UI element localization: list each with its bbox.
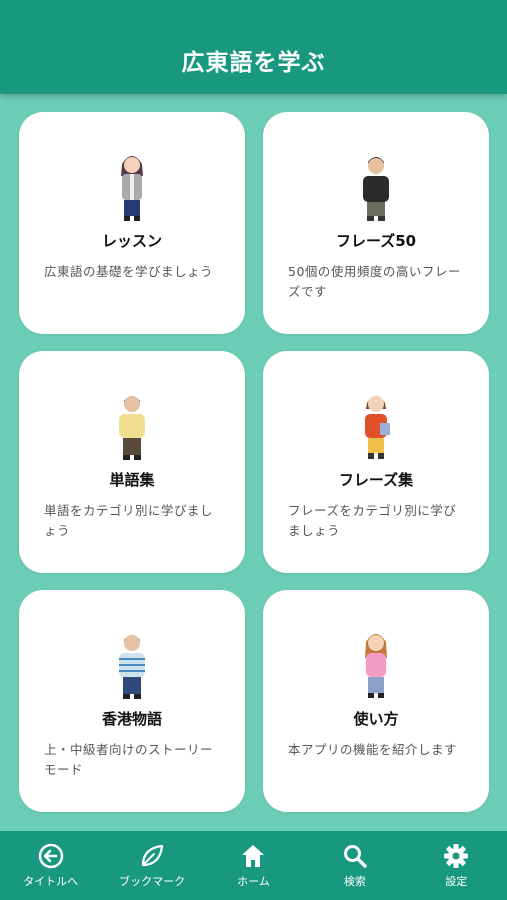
gear-icon bbox=[444, 844, 469, 868]
nav-settings[interactable]: 設定 bbox=[406, 842, 506, 889]
leaf-icon bbox=[141, 844, 164, 867]
card-description: 単語をカテゴリ別に学びましょう bbox=[44, 503, 214, 538]
card-title: フレーズ集 bbox=[338, 471, 414, 489]
nav-search[interactable]: 検索 bbox=[305, 842, 405, 889]
home-icon bbox=[242, 845, 265, 867]
woman-red-top-avatar bbox=[365, 396, 390, 459]
card-lesson[interactable]: レッスン 広東語の基礎を学びましょう bbox=[19, 112, 245, 334]
nav-label: 設定 bbox=[445, 875, 468, 888]
card-hk-story[interactable]: 香港物語 上・中級者向けのストーリーモード bbox=[19, 590, 245, 812]
card-description: フレーズをカテゴリ別に学びましょう bbox=[288, 503, 457, 538]
page-title: 広東語を学ぶ bbox=[181, 50, 326, 76]
nav-label: ブックマーク bbox=[119, 875, 186, 888]
man-black-shirt-avatar bbox=[363, 157, 389, 221]
bottom-navigation: タイトルへ ブックマーク ホーム 検索 設定 bbox=[0, 831, 507, 900]
nav-label: 検索 bbox=[343, 875, 366, 888]
card-description: 50個の使用頻度の高いフレーズです bbox=[288, 264, 461, 299]
card-how-to-use[interactable]: 使い方 本アプリの機能を紹介します bbox=[263, 590, 489, 812]
app-header: 広東語を学ぶ bbox=[0, 0, 507, 94]
nav-bookmark[interactable]: ブックマーク bbox=[102, 842, 202, 889]
card-vocabulary[interactable]: 単語集 単語をカテゴリ別に学びましょう bbox=[19, 351, 245, 573]
man-striped-shirt-avatar bbox=[119, 635, 145, 699]
nav-label: タイトルへ bbox=[23, 875, 79, 888]
card-title: 使い方 bbox=[353, 710, 399, 728]
card-phrase50[interactable]: フレーズ50 50個の使用頻度の高いフレーズです bbox=[263, 112, 489, 334]
woman-pink-cardigan-avatar bbox=[365, 634, 387, 698]
card-description: 広東語の基礎を学びましょう bbox=[44, 264, 214, 279]
card-description: 上・中級者向けのストーリーモード bbox=[44, 742, 214, 777]
man-yellow-shirt-avatar bbox=[119, 396, 145, 460]
card-title: フレーズ50 bbox=[335, 232, 417, 250]
card-phrasebook[interactable]: フレーズ集 フレーズをカテゴリ別に学びましょう bbox=[263, 351, 489, 573]
nav-label: ホーム bbox=[237, 875, 270, 888]
card-title: 香港物語 bbox=[101, 710, 162, 728]
search-icon bbox=[343, 845, 367, 868]
nav-title[interactable]: タイトルへ bbox=[1, 842, 101, 889]
back-arrow-icon bbox=[38, 843, 63, 869]
woman-grey-cardigan-avatar bbox=[121, 156, 143, 221]
nav-home[interactable]: ホーム bbox=[203, 842, 303, 889]
card-description: 本アプリの機能を紹介します bbox=[288, 742, 458, 757]
menu-grid: レッスン 広東語の基礎を学びましょう フレーズ50 50個の使用頻度の高いフレー… bbox=[19, 112, 489, 812]
card-title: 単語集 bbox=[109, 471, 155, 489]
card-title: レッスン bbox=[101, 232, 162, 250]
